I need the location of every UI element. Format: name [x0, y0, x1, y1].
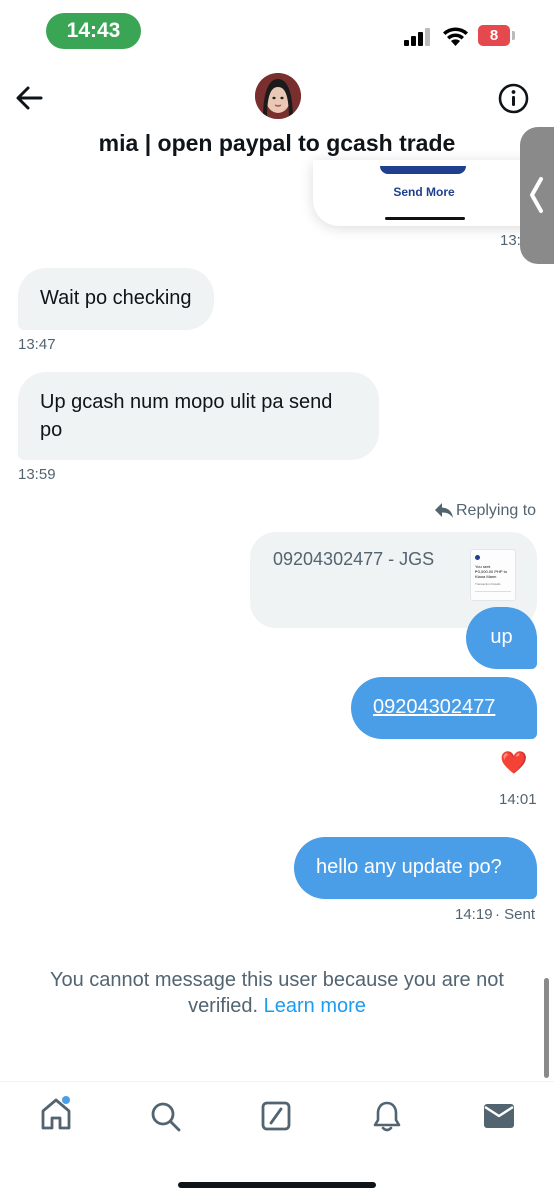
conversation-title: mia | open paypal to gcash trade — [98, 130, 456, 156]
incoming-message[interactable]: Up gcash num mopo ulit pa send po — [18, 372, 379, 460]
incoming-message[interactable]: Wait po checking — [18, 268, 214, 330]
message-text: Up gcash num mopo ulit pa send — [40, 391, 333, 413]
reply-icon — [435, 503, 453, 518]
overlay-blue-bar — [380, 166, 466, 174]
message-text: Wait po checking — [40, 287, 192, 309]
thumb-text: Transaction Details — [475, 582, 501, 586]
overlay-home-bar — [385, 217, 465, 220]
message-text: up — [490, 626, 513, 648]
search-icon[interactable] — [150, 1101, 182, 1133]
back-arrow-icon[interactable] — [15, 85, 43, 111]
outgoing-message[interactable]: 09204302477 — [351, 677, 537, 739]
bell-icon[interactable] — [372, 1100, 402, 1132]
signal-icon — [404, 28, 430, 46]
message-timestamp: 14:01 — [499, 791, 537, 808]
wifi-icon — [443, 27, 468, 46]
notice-line2: verified. — [188, 995, 264, 1017]
info-icon[interactable] — [498, 83, 529, 114]
mail-icon[interactable] — [483, 1103, 515, 1129]
learn-more-link[interactable]: Learn more — [264, 995, 366, 1017]
quoted-thumbnail[interactable]: You sent ₱3,000.00 PHP to Kiana Mann Tra… — [470, 549, 516, 601]
heart-reaction[interactable]: ❤️ — [500, 750, 527, 776]
quoted-text: 09204302477 - JGS — [273, 549, 435, 569]
message-text: hello any update po? — [316, 856, 502, 878]
message-timestamp: 13:59 — [18, 466, 56, 483]
message-timestamp: 14:19 — [455, 906, 493, 923]
thumb-text: Kiana Mann — [475, 574, 497, 579]
notice-line1: You cannot message this user because you… — [49, 969, 504, 991]
cannot-message-notice: You cannot message this user because you… — [0, 967, 554, 1019]
home-icon[interactable] — [39, 1096, 75, 1132]
scrollbar[interactable] — [544, 978, 549, 1078]
outgoing-message[interactable]: up — [466, 607, 537, 669]
status-time: 14:43 — [46, 13, 141, 49]
phone-link[interactable]: 09204302477 — [373, 696, 495, 718]
replying-to-label: Replying to — [456, 502, 537, 519]
message-timestamp-partial: 13: — [500, 232, 521, 249]
avatar[interactable] — [255, 73, 301, 119]
outgoing-message[interactable]: hello any update po? — [294, 837, 537, 899]
battery-tip — [512, 31, 515, 40]
message-timestamp: 13:47 — [18, 336, 56, 353]
chevron-left-icon[interactable] — [528, 176, 544, 214]
grok-icon[interactable] — [261, 1101, 291, 1131]
message-status: · Sent — [495, 906, 536, 923]
battery-icon: 8 — [478, 25, 510, 46]
home-indicator[interactable] — [178, 1182, 376, 1188]
message-text: po — [40, 419, 63, 441]
send-more-button[interactable]: Send More — [373, 185, 475, 199]
